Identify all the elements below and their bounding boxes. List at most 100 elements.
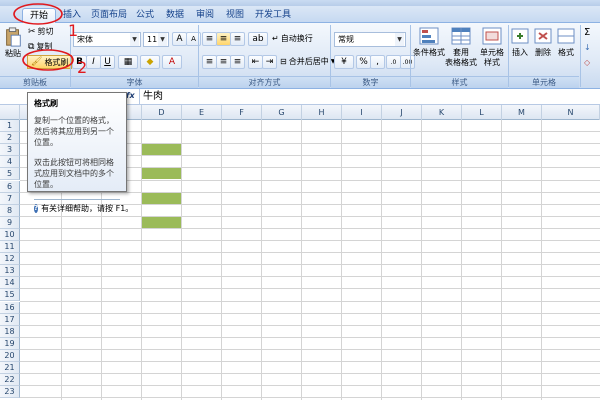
clear-button[interactable]: ◇ (584, 58, 590, 67)
column-header-n[interactable]: N (542, 105, 600, 120)
row-header-1[interactable]: 1 (0, 120, 20, 132)
paste-button[interactable]: 粘贴 (2, 27, 24, 59)
fill-button[interactable]: ↓ (584, 43, 591, 52)
row-header-5[interactable]: 5 (0, 168, 20, 181)
grid-vline (461, 120, 462, 400)
comma-button[interactable]: , (370, 55, 385, 69)
tab-formulas[interactable]: 公式 (134, 8, 156, 23)
orientation-button[interactable]: ab (248, 32, 268, 46)
grid-hline (20, 288, 600, 290)
tab-developer[interactable]: 开发工具 (254, 8, 292, 23)
format-as-table-button[interactable]: 套用 表格格式 (444, 26, 478, 68)
font-name-combo[interactable]: 宋体 ▼ (73, 32, 141, 47)
column-header-g[interactable]: G (262, 105, 302, 120)
row-header-18[interactable]: 18 (0, 325, 20, 338)
grid-vline (541, 120, 542, 400)
grid-hline (20, 336, 600, 338)
conditional-format-button[interactable]: 条件格式 (412, 26, 446, 58)
column-header-j[interactable]: J (382, 105, 422, 120)
tab-page-layout[interactable]: 页面布局 (90, 8, 128, 23)
grid-hline (20, 373, 600, 375)
highlighted-cell-d7[interactable] (142, 192, 181, 204)
row-header-15[interactable]: 15 (0, 289, 20, 302)
underline-button[interactable]: U (100, 55, 115, 69)
row-header-14[interactable]: 14 (0, 277, 20, 290)
border-button[interactable]: ▦ (118, 55, 138, 69)
cut-button[interactable]: ✂ 剪切 (28, 26, 54, 37)
row-header-6[interactable]: 6 (0, 180, 20, 193)
column-header-m[interactable]: M (502, 105, 542, 120)
row-header-21[interactable]: 21 (0, 362, 20, 374)
autosum-button[interactable]: Σ (584, 27, 590, 38)
align-left-button[interactable]: ≡ (202, 55, 217, 69)
align-middle-button[interactable]: ≡ (216, 32, 231, 46)
insert-cells-button[interactable]: 插入 (509, 26, 531, 58)
cut-label: 剪切 (37, 27, 54, 36)
font-color-button[interactable]: A (162, 55, 182, 69)
row-header-9[interactable]: 9 (0, 216, 20, 229)
italic-button[interactable]: I (86, 55, 101, 69)
row-header-7[interactable]: 7 (0, 192, 20, 205)
row-header-17[interactable]: 17 (0, 313, 20, 326)
row-header-22[interactable]: 22 (0, 374, 20, 387)
tab-view[interactable]: 视图 (224, 8, 246, 23)
select-all-corner[interactable] (0, 105, 20, 120)
column-header-l[interactable]: L (462, 105, 502, 120)
align-center-button[interactable]: ≡ (216, 55, 231, 69)
align-top-button[interactable]: ≡ (202, 32, 217, 46)
increase-indent-button[interactable]: ⇥ (262, 55, 277, 69)
row-header-23[interactable]: 23 (0, 386, 20, 399)
delete-cells-button[interactable]: 删除 (532, 26, 554, 58)
format-painter-button[interactable]: 🖌 格式刷 (27, 55, 73, 69)
column-header-k[interactable]: K (422, 105, 462, 120)
wrap-text-button[interactable]: ↵ 自动换行 (272, 33, 313, 44)
alignment-group-label: 对齐方式 (199, 76, 330, 88)
copy-button[interactable]: ⧉ 复制 (28, 41, 52, 52)
format-cells-button[interactable]: 格式 (555, 26, 577, 58)
highlighted-cell-d3[interactable] (142, 144, 181, 156)
merge-center-button[interactable]: ⊟ 合并后居中 ▼ (280, 56, 335, 67)
grid-vline (421, 120, 422, 400)
tab-home[interactable]: 开始 (22, 8, 56, 23)
align-bottom-button[interactable]: ≡ (230, 32, 245, 46)
fx-button[interactable]: fx (126, 91, 135, 100)
row-header-10[interactable]: 10 (0, 228, 20, 241)
grid-hline (20, 385, 600, 387)
font-size-combo[interactable]: 11 ▼ (143, 32, 169, 47)
currency-button[interactable]: ¥ (334, 55, 354, 69)
row-header-19[interactable]: 19 (0, 337, 20, 350)
tab-data[interactable]: 数据 (164, 8, 186, 23)
align-right-button[interactable]: ≡ (230, 55, 245, 69)
cell-styles-button[interactable]: 单元格 样式 (475, 26, 509, 68)
percent-button[interactable]: % (356, 55, 371, 69)
row-header-12[interactable]: 12 (0, 253, 20, 266)
row-header-13[interactable]: 13 (0, 265, 20, 278)
annotation-number-2: 2 (77, 58, 88, 77)
row-header-4[interactable]: 4 (0, 156, 20, 169)
row-header-8[interactable]: 8 (0, 204, 20, 217)
text-orientation-icon: ab (252, 34, 264, 44)
chevron-down-icon: ▼ (158, 33, 167, 46)
increase-decimal-button[interactable]: .0 (386, 55, 401, 69)
highlighted-cell-d5[interactable] (142, 168, 181, 180)
row-header-11[interactable]: 11 (0, 241, 20, 253)
decrease-indent-button[interactable]: ⇤ (248, 55, 263, 69)
grow-font-button[interactable]: A (172, 32, 187, 46)
column-header-f[interactable]: F (222, 105, 262, 120)
row-header-20[interactable]: 20 (0, 349, 20, 362)
grid-hline (20, 312, 600, 314)
row-header-3[interactable]: 3 (0, 144, 20, 157)
number-format-combo[interactable]: 常规 ▼ (334, 32, 406, 47)
column-header-e[interactable]: E (182, 105, 222, 120)
row-header-16[interactable]: 16 (0, 301, 20, 314)
outdent-icon: ⇤ (251, 57, 260, 67)
fill-color-button[interactable]: ◆ (140, 55, 160, 69)
format-cells-icon (557, 28, 575, 44)
column-header-d[interactable]: D (142, 105, 182, 120)
column-header-h[interactable]: H (302, 105, 342, 120)
formula-input[interactable]: 牛肉 (139, 89, 600, 105)
row-header-2[interactable]: 2 (0, 132, 20, 145)
highlighted-cell-d9[interactable] (142, 216, 181, 228)
column-header-i[interactable]: I (342, 105, 382, 120)
tab-review[interactable]: 审阅 (194, 8, 216, 23)
